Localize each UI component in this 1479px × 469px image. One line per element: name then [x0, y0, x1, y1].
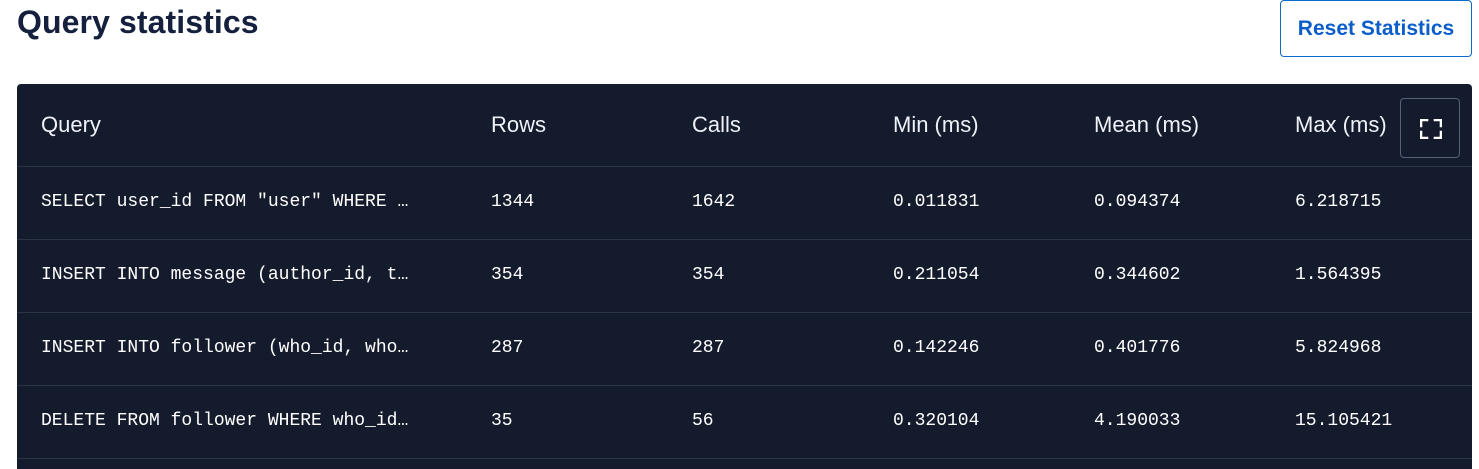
fullscreen-icon — [1420, 119, 1442, 139]
table-row[interactable]: INSERT INTO message (author_id, t… 354 3… — [17, 240, 1472, 313]
column-header-max[interactable]: Max (ms) — [1295, 112, 1387, 138]
column-header-calls[interactable]: Calls — [692, 112, 741, 138]
column-header-mean[interactable]: Mean (ms) — [1094, 112, 1199, 138]
rows-cell: 35 — [491, 411, 513, 431]
column-header-rows[interactable]: Rows — [491, 112, 546, 138]
max-ms-cell: 5.824968 — [1295, 338, 1382, 358]
calls-cell: 287 — [692, 338, 725, 358]
query-statistics-table: Query Rows Calls Min (ms) Mean (ms) Max … — [17, 84, 1472, 469]
calls-cell: 56 — [692, 411, 714, 431]
min-ms-cell: 0.142246 — [893, 338, 980, 358]
mean-ms-cell: 0.094374 — [1094, 192, 1181, 212]
rows-cell: 354 — [491, 265, 524, 285]
table-row[interactable]: DELETE FROM follower WHERE who_id… 35 56… — [17, 386, 1472, 459]
table-header: Query Rows Calls Min (ms) Mean (ms) Max … — [17, 84, 1472, 167]
query-cell: SELECT user_id FROM "user" WHERE … — [41, 192, 409, 212]
mean-ms-cell: 0.344602 — [1094, 265, 1181, 285]
min-ms-cell: 0.320104 — [893, 411, 980, 431]
max-ms-cell: 6.218715 — [1295, 192, 1382, 212]
calls-cell: 354 — [692, 265, 725, 285]
reset-statistics-button[interactable]: Reset Statistics — [1280, 0, 1472, 57]
max-ms-cell: 1.564395 — [1295, 265, 1382, 285]
mean-ms-cell: 0.401776 — [1094, 338, 1181, 358]
query-statistics-page: Query statistics Reset Statistics Query … — [0, 0, 1479, 469]
rows-cell: 1344 — [491, 192, 535, 212]
query-cell: INSERT INTO message (author_id, t… — [41, 265, 409, 285]
query-cell: INSERT INTO follower (who_id, who… — [41, 338, 409, 358]
table-row[interactable]: SELECT user_id FROM "user" WHERE … 1344 … — [17, 167, 1472, 240]
query-cell: DELETE FROM follower WHERE who_id… — [41, 411, 409, 431]
min-ms-cell: 0.211054 — [893, 265, 980, 285]
fullscreen-button[interactable] — [1400, 98, 1460, 158]
page-title: Query statistics — [17, 4, 259, 40]
column-header-query[interactable]: Query — [41, 112, 101, 138]
max-ms-cell: 15.105421 — [1295, 411, 1393, 431]
mean-ms-cell: 4.190033 — [1094, 411, 1181, 431]
min-ms-cell: 0.011831 — [893, 192, 980, 212]
rows-cell: 287 — [491, 338, 524, 358]
table-row[interactable]: INSERT INTO follower (who_id, who… 287 2… — [17, 313, 1472, 386]
calls-cell: 1642 — [692, 192, 736, 212]
column-header-min[interactable]: Min (ms) — [893, 112, 979, 138]
